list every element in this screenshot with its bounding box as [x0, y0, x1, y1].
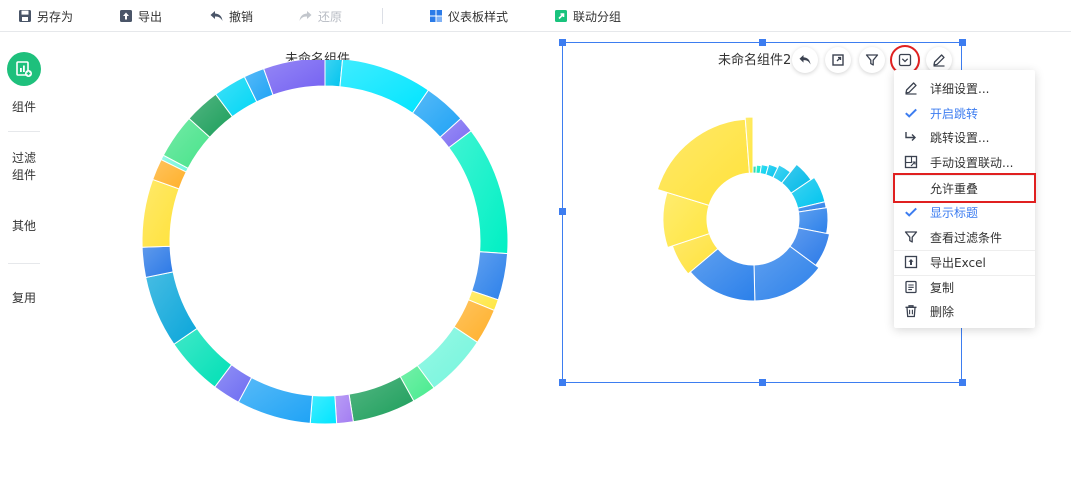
pie-slice[interactable] — [348, 375, 415, 423]
pie-slice[interactable] — [141, 178, 180, 248]
save-icon — [19, 10, 31, 22]
export-label: 导出 — [138, 9, 163, 24]
export-icon — [120, 10, 132, 22]
jump-arrow-icon — [904, 130, 918, 144]
check-icon — [904, 205, 918, 219]
pencil-icon — [933, 54, 945, 67]
toolbar: 另存为 导出 撤销 还原 仪表板样式 联动分组 — [0, 0, 1071, 32]
menu-item-manual-linkage[interactable]: 手动设置联动... — [894, 150, 1035, 174]
rail-divider — [8, 131, 40, 132]
menu-item-copy[interactable]: 复制 — [894, 275, 1035, 299]
rail-reuse-label[interactable]: 复用 — [0, 290, 48, 307]
export-icon — [904, 255, 918, 269]
resize-handle[interactable] — [759, 39, 766, 46]
rail-divider — [8, 263, 40, 264]
rail-components-label[interactable]: 组件 — [0, 99, 48, 116]
menu-item-label: 详细设置... — [930, 81, 990, 96]
undo-label: 撤销 — [229, 9, 254, 24]
rail-filter-label-1[interactable]: 过滤 — [0, 150, 48, 167]
save-as-label: 另存为 — [37, 9, 74, 24]
filter-icon — [865, 54, 879, 66]
menu-item-show-title[interactable]: 显示标题 — [894, 200, 1035, 224]
menu-item-label: 导出Excel — [930, 255, 986, 270]
filter-icon — [904, 230, 918, 244]
redo-button[interactable]: 还原 — [298, 0, 342, 32]
menu-item-label: 复制 — [930, 280, 955, 295]
linkage-group-button[interactable]: 联动分组 — [554, 0, 621, 32]
export-button[interactable]: 导出 — [119, 0, 162, 32]
copy-icon — [904, 280, 918, 294]
maximize-icon — [832, 54, 844, 66]
linkage-group-icon — [555, 10, 567, 22]
redo-label: 还原 — [318, 9, 343, 24]
pie-slice[interactable] — [339, 60, 430, 114]
pie-slice[interactable] — [262, 60, 326, 96]
dashboard-style-button[interactable]: 仪表板样式 — [429, 0, 508, 32]
rail-other-label[interactable]: 其他 — [0, 218, 48, 235]
linkage-group-label: 联动分组 — [573, 9, 622, 24]
menu-item-enable-jump[interactable]: 开启跳转 — [894, 101, 1035, 125]
menu-item-delete[interactable]: 删除 — [894, 299, 1035, 323]
toolbar-divider — [382, 8, 383, 24]
chart-add-icon — [16, 61, 32, 77]
left-rail: 组件 过滤 组件 其他 复用 — [0, 32, 48, 489]
pie-slice[interactable] — [237, 376, 313, 424]
rose-donut-chart[interactable] — [630, 90, 880, 340]
dashboard-style-label: 仪表板样式 — [448, 9, 509, 24]
back-button[interactable] — [792, 47, 818, 73]
check-icon — [904, 106, 918, 120]
pie-slice[interactable] — [141, 245, 174, 279]
pie-slice[interactable] — [656, 118, 750, 207]
resize-handle[interactable] — [559, 39, 566, 46]
redo-icon — [299, 11, 312, 21]
undo-button[interactable]: 撤销 — [209, 0, 253, 32]
resize-handle[interactable] — [559, 379, 566, 386]
pie-slice[interactable] — [145, 271, 198, 345]
menu-item-jump-settings[interactable]: 跳转设置... — [894, 125, 1035, 149]
pie-slice[interactable] — [448, 130, 509, 255]
menu-item-export-excel[interactable]: 导出Excel — [894, 250, 1035, 274]
pie-slice[interactable] — [309, 394, 338, 425]
rail-filter-label-2[interactable]: 组件 — [0, 167, 48, 184]
maximize-button[interactable] — [825, 47, 851, 73]
resize-handle[interactable] — [559, 208, 566, 215]
trash-icon — [904, 304, 918, 318]
resize-handle[interactable] — [959, 39, 966, 46]
menu-item-label: 开启跳转 — [930, 106, 979, 121]
dashboard-style-icon — [430, 10, 442, 22]
menu-item-view-filter[interactable]: 查看过滤条件 — [894, 225, 1035, 249]
menu-item-detail-settings[interactable]: 详细设置... — [894, 76, 1035, 100]
back-arrow-icon — [799, 55, 811, 65]
save-as-button[interactable]: 另存为 — [18, 0, 73, 32]
menu-item-label: 显示标题 — [930, 205, 979, 220]
pencil-icon — [904, 81, 918, 95]
menu-item-label: 跳转设置... — [930, 130, 990, 145]
menu-item-label: 删除 — [930, 304, 955, 319]
component-rail-button[interactable] — [7, 52, 41, 86]
donut-chart[interactable] — [120, 60, 540, 470]
resize-handle[interactable] — [759, 379, 766, 386]
resize-handle[interactable] — [959, 379, 966, 386]
link-window-icon — [904, 155, 918, 169]
menu-item-label: 查看过滤条件 — [930, 230, 1003, 245]
undo-icon — [210, 11, 223, 21]
filter-button[interactable] — [859, 47, 885, 73]
menu-item-label: 手动设置联动... — [930, 155, 1014, 170]
widget-title-right: 未命名组件2 — [718, 53, 792, 68]
highlight-box — [893, 173, 1036, 203]
